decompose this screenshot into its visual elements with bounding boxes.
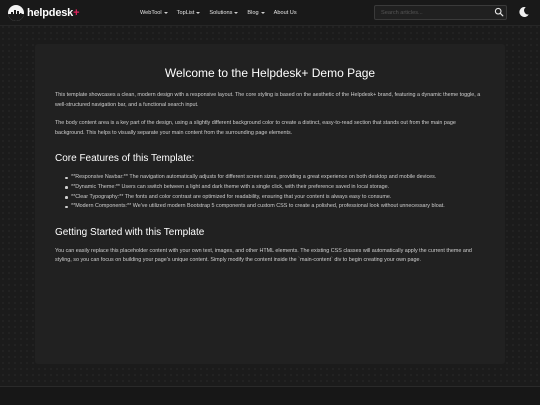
nav-menu: WebTool TopList Solutions Blog About Us [140, 0, 306, 26]
nav-item-solutions[interactable]: Solutions [209, 10, 239, 16]
chevron-down-icon [163, 12, 168, 14]
page-title: Welcome to the Helpdesk+ Demo Page [164, 66, 376, 80]
nav-item-blog[interactable]: Blog [247, 10, 265, 16]
footer [0, 386, 540, 405]
list-item: **Dynamic Theme:** Users can switch betw… [65, 183, 485, 193]
getting-started-paragraph: You can easily replace this placeholder … [55, 247, 472, 264]
search-input[interactable] [374, 5, 507, 20]
features-heading: Core Features of this Template: [55, 153, 195, 165]
nav-item-label: About Us [273, 10, 297, 16]
nav-item-about-us[interactable]: About Us [274, 10, 297, 16]
nav-item-webtool[interactable]: WebTool [140, 10, 168, 16]
main-content: Welcome to the Helpdesk+ Demo Page This … [35, 44, 505, 364]
brand-name: helpdesk [27, 7, 74, 19]
chevron-down-icon [260, 12, 265, 14]
chevron-down-icon [196, 12, 201, 14]
list-item: **Clear Typography:** The fonts and colo… [65, 193, 485, 203]
nav-item-label: TopList [176, 10, 195, 16]
list-item: **Responsive Navbar:** The navigation au… [65, 173, 485, 183]
nav-item-label: Solutions [209, 10, 233, 16]
nav-item-toplist[interactable]: TopList [177, 10, 201, 16]
brand-plus: + [73, 7, 80, 19]
intro-paragraph: This template showcases a clean, modern … [55, 92, 481, 108]
moon-icon[interactable] [518, 6, 530, 18]
nav-item-label: WebTool [140, 10, 162, 16]
search-icon[interactable] [494, 7, 504, 17]
chevron-down-icon [234, 12, 239, 14]
features-list: **Responsive Navbar:** The navigation au… [65, 173, 485, 211]
list-item: **Modern Components:** We've utilized mo… [65, 202, 485, 212]
getting-started-heading: Getting Started with this Template [55, 226, 205, 238]
nav-item-label: Blog [247, 10, 259, 16]
navbar: helpdesk + WebTool TopList Solutions Blo… [0, 0, 540, 26]
intro-paragraph: The body content area is a key part of t… [55, 120, 456, 136]
logo-icon [8, 5, 24, 21]
brand-logo[interactable]: helpdesk + [8, 5, 80, 21]
